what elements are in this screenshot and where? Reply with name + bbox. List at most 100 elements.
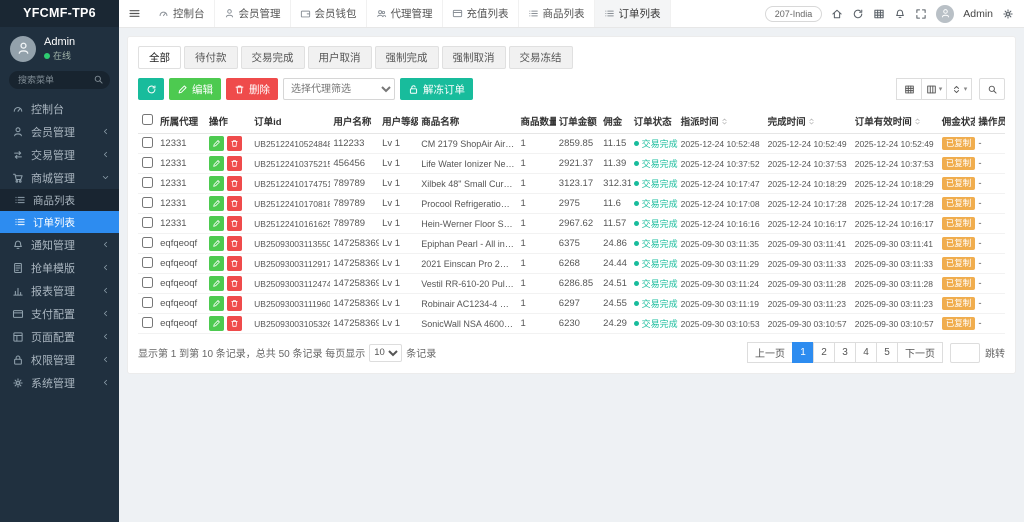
page-size-select[interactable]: 10 xyxy=(369,344,402,362)
row-edit-button[interactable] xyxy=(209,216,224,231)
agent-filter-select[interactable]: 选择代理筛选 xyxy=(283,78,395,100)
sidebar-item-page-config[interactable]: 页面配置 xyxy=(0,325,119,348)
sidebar-item-grab-template[interactable]: 抢单模版 xyxy=(0,256,119,279)
columns-button[interactable]: ▾ xyxy=(921,78,947,100)
refresh-page-button[interactable] xyxy=(852,8,864,20)
row-edit-button[interactable] xyxy=(209,156,224,171)
column-header[interactable]: 用户等级 xyxy=(379,109,418,134)
sidebar-item-system[interactable]: 系统管理 xyxy=(0,371,119,394)
row-delete-button[interactable] xyxy=(227,276,242,291)
tab-agent[interactable]: 代理管理 xyxy=(367,0,443,27)
sidebar-item-order-list[interactable]: 订单列表 xyxy=(0,211,119,233)
column-header[interactable]: 用户名称 xyxy=(330,109,379,134)
row-checkbox[interactable] xyxy=(142,257,153,268)
edit-button[interactable]: 编辑 xyxy=(169,78,221,100)
prev-page-button[interactable]: 上一页 xyxy=(747,342,793,363)
row-checkbox[interactable] xyxy=(142,137,153,148)
search-button[interactable] xyxy=(979,78,1005,100)
row-edit-button[interactable] xyxy=(209,276,224,291)
row-delete-button[interactable] xyxy=(227,196,242,211)
page-button-3[interactable]: 3 xyxy=(834,342,856,363)
row-checkbox[interactable] xyxy=(142,297,153,308)
row-delete-button[interactable] xyxy=(227,176,242,191)
fullscreen-button[interactable] xyxy=(915,8,927,20)
column-header[interactable]: 完成时间 xyxy=(765,109,852,134)
apps-button[interactable] xyxy=(873,8,885,20)
filter-tab-user-cancel[interactable]: 用户取消 xyxy=(308,46,372,69)
filter-tab-force-complete[interactable]: 强制完成 xyxy=(375,46,439,69)
filter-tab-pending-payment[interactable]: 待付款 xyxy=(184,46,238,69)
filter-tab-trade-frozen[interactable]: 交易冻结 xyxy=(509,46,573,69)
sidebar-item-notice[interactable]: 通知管理 xyxy=(0,233,119,256)
row-delete-button[interactable] xyxy=(227,256,242,271)
tab-recharge-list[interactable]: 充值列表 xyxy=(443,0,519,27)
tab-order-list[interactable]: 订单列表 xyxy=(595,0,671,27)
home-button[interactable] xyxy=(831,8,843,20)
column-header[interactable]: 佣金 xyxy=(600,109,630,134)
row-delete-button[interactable] xyxy=(227,216,242,231)
row-checkbox[interactable] xyxy=(142,217,153,228)
select-all-checkbox[interactable] xyxy=(142,114,153,125)
row-checkbox[interactable] xyxy=(142,277,153,288)
delete-button[interactable]: 删除 xyxy=(226,78,278,100)
sidebar-item-payment-config[interactable]: 支付配置 xyxy=(0,302,119,325)
column-header[interactable]: 指派时间 xyxy=(678,109,765,134)
filter-tab-all[interactable]: 全部 xyxy=(138,46,181,69)
sidebar-item-product-list[interactable]: 商品列表 xyxy=(0,189,119,211)
sidebar-item-mall[interactable]: 商城管理 xyxy=(0,166,119,189)
row-delete-button[interactable] xyxy=(227,316,242,331)
row-checkbox[interactable] xyxy=(142,197,153,208)
column-header[interactable]: 所属代理 xyxy=(157,109,206,134)
column-header[interactable]: 佣金状态 xyxy=(939,109,976,134)
column-header[interactable]: 操作 xyxy=(206,109,251,134)
sidebar-item-permission[interactable]: 权限管理 xyxy=(0,348,119,371)
filter-tab-force-cancel[interactable]: 强制取消 xyxy=(442,46,506,69)
row-edit-button[interactable] xyxy=(209,136,224,151)
toggle-view-button[interactable] xyxy=(896,78,922,100)
column-header[interactable]: 订单状态 xyxy=(631,109,678,134)
sidebar-item-console[interactable]: 控制台 xyxy=(0,97,119,120)
column-header[interactable]: 订单金额 xyxy=(556,109,600,134)
page-button-5[interactable]: 5 xyxy=(876,342,898,363)
tab-console[interactable]: 控制台 xyxy=(149,0,215,27)
filter-tab-trade-complete[interactable]: 交易完成 xyxy=(241,46,305,69)
page-jump-button[interactable]: 跳转 xyxy=(985,345,1005,360)
tab-member-wallet[interactable]: 会员钱包 xyxy=(291,0,367,27)
page-button-4[interactable]: 4 xyxy=(855,342,877,363)
row-edit-button[interactable] xyxy=(209,296,224,311)
topbar-avatar[interactable] xyxy=(936,5,954,23)
notifications-button[interactable] xyxy=(894,8,906,20)
row-edit-button[interactable] xyxy=(209,236,224,251)
tab-member[interactable]: 会员管理 xyxy=(215,0,291,27)
column-header[interactable]: 商品名称 xyxy=(418,109,517,134)
row-edit-button[interactable] xyxy=(209,256,224,271)
row-checkbox[interactable] xyxy=(142,177,153,188)
row-delete-button[interactable] xyxy=(227,296,242,311)
page-jump-input[interactable] xyxy=(950,343,980,363)
region-button[interactable]: 207-India xyxy=(765,6,823,22)
sidebar-item-member[interactable]: 会员管理 xyxy=(0,120,119,143)
row-checkbox[interactable] xyxy=(142,317,153,328)
row-edit-button[interactable] xyxy=(209,176,224,191)
row-delete-button[interactable] xyxy=(227,136,242,151)
export-button[interactable]: ▾ xyxy=(946,78,972,100)
column-header[interactable]: 订单id xyxy=(251,109,330,134)
row-checkbox[interactable] xyxy=(142,237,153,248)
tab-product-list[interactable]: 商品列表 xyxy=(519,0,595,27)
user-avatar[interactable] xyxy=(10,36,36,62)
row-edit-button[interactable] xyxy=(209,316,224,331)
column-header[interactable]: 商品数量 xyxy=(517,109,555,134)
column-header[interactable]: 订单有效时间 xyxy=(852,109,939,134)
row-delete-button[interactable] xyxy=(227,236,242,251)
topbar-user-name[interactable]: Admin xyxy=(963,8,993,20)
refresh-table-button[interactable] xyxy=(138,78,164,100)
sidebar-item-report[interactable]: 报表管理 xyxy=(0,279,119,302)
unfreeze-orders-button[interactable]: 解冻订单 xyxy=(400,78,473,100)
next-page-button[interactable]: 下一页 xyxy=(897,342,943,363)
sidebar-toggle-button[interactable] xyxy=(119,7,149,20)
page-button-2[interactable]: 2 xyxy=(813,342,835,363)
page-button-1[interactable]: 1 xyxy=(792,342,814,363)
column-header[interactable]: 操作员 xyxy=(975,109,1005,134)
row-checkbox[interactable] xyxy=(142,157,153,168)
row-edit-button[interactable] xyxy=(209,196,224,211)
